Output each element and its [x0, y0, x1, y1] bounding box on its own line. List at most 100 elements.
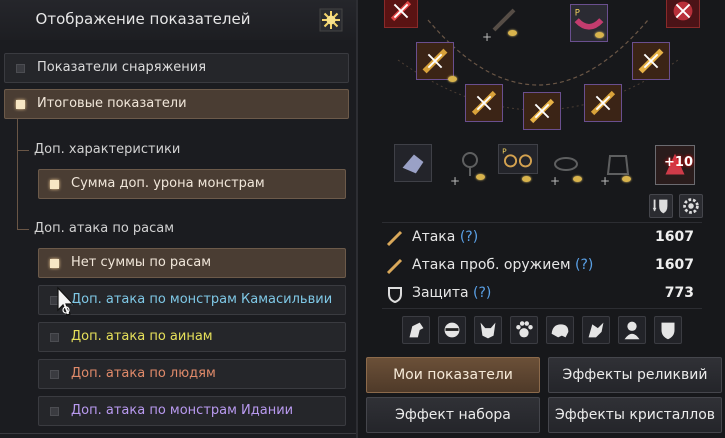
equipment-slot[interactable] — [384, 0, 418, 28]
section-race-attack: Доп. атака по расам — [34, 221, 175, 236]
checkbox[interactable] — [16, 64, 25, 73]
gold-coin-icon — [573, 176, 582, 182]
gold-blade-icon — [585, 85, 621, 121]
dragon-icon — [588, 322, 604, 338]
equipment-slot[interactable] — [666, 0, 700, 28]
stat-name: Защита — [412, 285, 469, 301]
svg-text:P: P — [575, 8, 580, 18]
stat-attack: Атака (?) 1607 — [380, 227, 700, 249]
help-link[interactable]: (?) — [575, 257, 593, 273]
enhance-badge: +10 — [664, 155, 693, 170]
checkbox[interactable] — [16, 100, 25, 109]
gold-coin-icon — [522, 176, 531, 182]
relic-effects-button[interactable]: Эффекты реликвий — [548, 357, 722, 393]
no-race-sum-option[interactable]: Нет суммы по расам — [38, 248, 346, 278]
option-label: Доп. атака по аинам — [71, 329, 213, 344]
red-sword-icon — [385, 0, 417, 27]
stat-value: 1607 — [655, 257, 694, 273]
equipment-slot[interactable] — [523, 92, 561, 130]
stat-value: 773 — [664, 285, 694, 301]
category-horse-button[interactable] — [402, 316, 430, 344]
svg-text:P: P — [502, 146, 507, 155]
plus-sign: + — [600, 174, 611, 188]
option-label: Нет суммы по расам — [71, 255, 212, 270]
category-ninja-button[interactable] — [438, 316, 466, 344]
panel-title: Отображение показателей — [35, 10, 251, 28]
stat-awakening-attack: Атака проб. оружием (?) 1607 — [380, 255, 700, 277]
elephant-icon — [551, 324, 569, 338]
gold-coin-icon — [476, 174, 485, 180]
gold-armor-icon — [633, 43, 669, 79]
section-extra-stats: Доп. характеристики — [34, 142, 181, 157]
equipment-slot-p[interactable]: P — [498, 144, 538, 174]
sun-emblem-icon[interactable] — [319, 8, 343, 32]
shield-down-icon — [652, 199, 668, 214]
help-link[interactable]: (?) — [460, 229, 478, 245]
total-stats-option[interactable]: Итоговые показатели — [4, 89, 349, 119]
panel-header: Отображение показателей — [0, 0, 356, 40]
category-elephant-button[interactable] — [546, 316, 574, 344]
gold-coin-icon — [622, 176, 631, 182]
equipment-slot[interactable] — [584, 84, 622, 122]
checkbox[interactable] — [50, 333, 59, 342]
checkbox[interactable] — [50, 407, 59, 416]
shield-icon — [661, 322, 675, 340]
category-pet-button[interactable] — [510, 316, 538, 344]
category-dragon-button[interactable] — [582, 316, 610, 344]
tree-connector — [17, 150, 29, 151]
demon-icon — [480, 322, 496, 339]
divider — [382, 222, 702, 223]
equipment-slot[interactable] — [394, 144, 432, 182]
settings-button[interactable] — [679, 194, 703, 218]
gear-icon — [683, 198, 699, 214]
gauntlet-icon — [395, 145, 431, 181]
option-label: Показатели снаряжения — [37, 60, 207, 75]
option-label: Доп. атака по монстрам Камасильвии — [71, 292, 333, 307]
equipment-slot[interactable] — [465, 84, 503, 122]
kamasylvia-attack-option[interactable]: Доп. атака по монстрам Камасильвии — [38, 285, 346, 315]
tree-connector — [17, 229, 29, 230]
human-attack-option[interactable]: Доп. атака по людям — [38, 359, 346, 389]
stats-display-panel: Отображение показателей Показатели снаря… — [0, 0, 358, 438]
equipment-slot[interactable] — [416, 42, 454, 80]
divider — [0, 433, 356, 434]
shield-icon — [388, 287, 402, 303]
option-label: Сумма доп. урона монстрам — [71, 176, 265, 191]
option-label: Доп. атака по монстрам Идании — [71, 403, 294, 418]
glasses-icon: P — [499, 145, 537, 173]
equipment-stats-option[interactable]: Показатели снаряжения — [4, 53, 349, 83]
equipment-slot-enhanced[interactable]: +10 — [655, 145, 695, 185]
gold-sword-icon — [417, 43, 453, 79]
edania-attack-option[interactable]: Доп. атака по монстрам Идании — [38, 396, 346, 426]
ain-attack-option[interactable]: Доп. атака по аинам — [38, 322, 346, 352]
crystal-effects-button[interactable]: Эффекты кристаллов — [548, 397, 722, 433]
mask-icon — [444, 322, 460, 338]
paw-icon — [516, 321, 533, 338]
mouse-cursor-icon — [57, 286, 75, 316]
checkbox[interactable] — [50, 180, 59, 189]
option-label: Итоговые показатели — [37, 96, 187, 111]
set-effect-button[interactable]: Эффект набора — [366, 397, 540, 433]
person-icon — [624, 321, 640, 340]
my-stats-button[interactable]: Мои показатели — [366, 357, 540, 393]
stat-name: Атака проб. оружием — [412, 257, 571, 273]
plus-sign: + — [550, 174, 561, 188]
category-person-button[interactable] — [618, 316, 646, 344]
divider — [382, 308, 702, 309]
gold-coin-icon — [595, 32, 604, 38]
help-link[interactable]: (?) — [473, 285, 491, 301]
gold-coin-icon — [508, 30, 517, 36]
category-demon-button[interactable] — [474, 316, 502, 344]
equipment-slot[interactable] — [632, 42, 670, 80]
gold-staff-icon — [466, 85, 502, 121]
checkbox[interactable] — [50, 259, 59, 268]
extra-damage-sum-option[interactable]: Сумма доп. урона монстрам — [38, 169, 346, 199]
horse-icon — [409, 322, 424, 338]
stat-name: Атака — [412, 229, 456, 245]
sort-button[interactable] — [649, 194, 673, 218]
category-shield-button[interactable] — [654, 316, 682, 344]
red-gloves-icon — [667, 0, 699, 27]
option-label: Доп. атака по людям — [71, 366, 216, 381]
gold-dagger-icon — [524, 93, 560, 129]
checkbox[interactable] — [50, 370, 59, 379]
